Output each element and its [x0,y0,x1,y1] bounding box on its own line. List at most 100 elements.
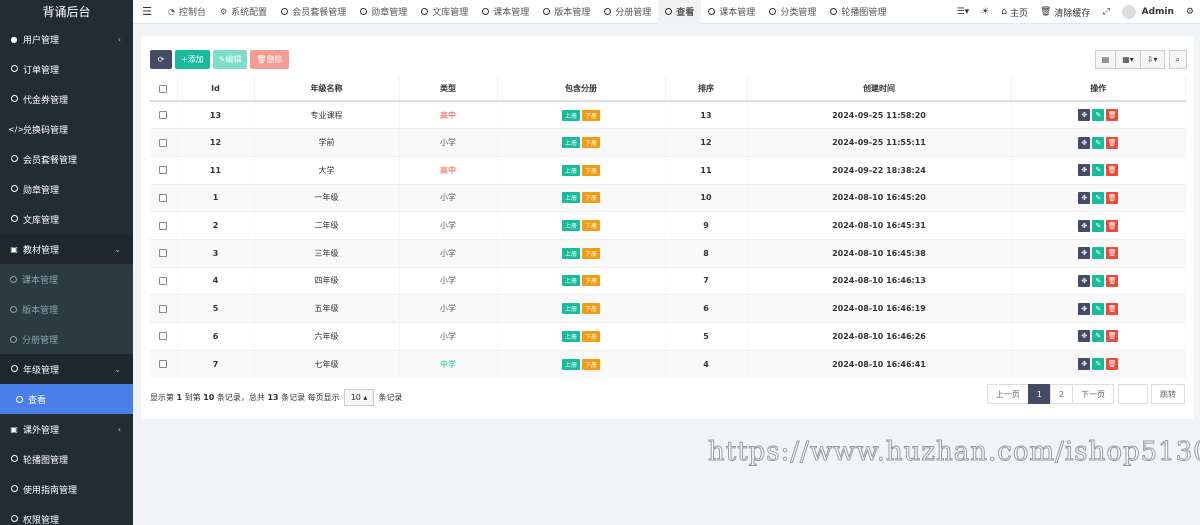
nav-tab[interactable]: 分册管理 [597,0,658,24]
drag-move-icon[interactable]: ✥ [1078,330,1091,343]
delete-trash-icon[interactable]: 🗑 [1106,136,1119,149]
table-row[interactable]: 4 四年级 小学 上册 下册 7 2024-08-10 16:46:13 ✥ ✎ 🗑 [150,266,1186,295]
nav-tab[interactable]: 课本管理 [475,0,536,24]
delete-trash-icon[interactable]: 🗑 [1106,302,1119,315]
nav-tab[interactable]: 查看 [658,0,702,24]
nav-tab[interactable]: 会员套餐管理 [274,0,353,24]
volume-up-badge[interactable]: 上册 [561,330,580,342]
drag-move-icon[interactable]: ✥ [1078,302,1091,315]
col-created[interactable]: 创建时间 [747,77,1012,102]
drag-move-icon[interactable]: ✥ [1078,247,1091,260]
row-checkbox[interactable] [159,360,168,369]
volume-down-badge[interactable]: 下册 [582,109,601,121]
edit-pencil-icon[interactable]: ✎ [1092,330,1105,343]
delete-trash-icon[interactable]: 🗑 [1106,191,1119,204]
delete-trash-icon[interactable]: 🗑 [1106,247,1119,260]
sidebar-item[interactable]: 使用指南管理 [0,474,133,504]
drag-move-icon[interactable]: ✥ [1078,164,1091,177]
nav-tab[interactable]: 文库管理 [414,0,475,24]
row-checkbox[interactable] [159,304,168,313]
drag-move-icon[interactable]: ✥ [1078,358,1091,371]
edit-pencil-icon[interactable]: ✎ [1092,136,1105,149]
delete-trash-icon[interactable]: 🗑 [1106,358,1119,371]
row-checkbox[interactable] [159,276,168,285]
row-checkbox[interactable] [159,249,168,258]
user-menu[interactable]: Admin [1116,5,1180,19]
volume-up-badge[interactable]: 上册 [561,358,580,370]
delete-trash-icon[interactable]: 🗑 [1106,274,1119,287]
volume-up-badge[interactable]: 上册 [561,164,580,176]
delete-trash-icon[interactable]: 🗑 [1106,164,1119,177]
volume-down-badge[interactable]: 下册 [582,192,601,204]
delete-trash-icon[interactable]: 🗑 [1106,330,1119,343]
sidebar-item[interactable]: 版本管理 [0,294,133,324]
table-row[interactable]: 3 三年级 小学 上册 下册 8 2024-08-10 16:45:38 ✥ ✎ 🗑 [150,238,1186,268]
settings-gear-icon[interactable]: ⚙ [1180,7,1200,17]
theme-toggle-icon[interactable]: ☀ [975,7,995,17]
edit-pencil-icon[interactable]: ✎ [1092,274,1105,287]
volume-up-badge[interactable]: 上册 [561,303,580,315]
volume-down-badge[interactable]: 下册 [582,220,601,232]
sidebar-item[interactable]: 查看 [0,384,133,414]
delete-trash-icon[interactable]: 🗑 [1106,219,1119,232]
drag-move-icon[interactable]: ✥ [1078,191,1091,204]
volume-up-badge[interactable]: 上册 [561,109,580,121]
nav-tab[interactable]: 版本管理 [536,0,597,24]
sidebar-item[interactable]: ● 用户管理 ‹ [0,24,133,54]
clear-cache-link[interactable]: 🗑 清除缓存 [1034,6,1096,19]
fullscreen-icon[interactable]: ⤢ [1096,7,1115,17]
edit-pencil-icon[interactable]: ✎ [1092,191,1105,204]
add-button[interactable]: + 添加 [175,50,210,69]
export-icon[interactable]: ⇩▾ [1139,50,1165,69]
nav-tab[interactable]: 分类管理 [762,0,823,24]
edit-pencil-icon[interactable]: ✎ [1092,358,1105,371]
sidebar-item[interactable]: 订单管理 [0,54,133,84]
volume-down-badge[interactable]: 下册 [582,303,601,315]
sidebar-item[interactable]: 分册管理 [0,324,133,354]
col-name[interactable]: 年级名称 [254,77,400,102]
sidebar-item[interactable]: 会员套餐管理 [0,144,133,174]
sidebar-item[interactable]: ▣ 课外管理 ‹ [0,414,133,444]
nav-tab[interactable]: ⚙ 系统配置 [213,0,274,24]
sidebar-item[interactable]: 勋章管理 [0,174,133,204]
edit-pencil-icon[interactable]: ✎ [1092,219,1105,232]
table-row[interactable]: 7 七年级 中学 上册 下册 4 2024-08-10 16:46:41 ✥ ✎ 🗑 [150,349,1186,378]
row-checkbox[interactable] [159,111,168,120]
home-link[interactable]: ⌂ 主页 [995,6,1034,19]
sidebar-item[interactable]: 权限管理 [0,504,133,525]
jump-page-input[interactable] [1118,384,1148,404]
columns-icon[interactable]: ▦▾ [1115,50,1141,69]
search-icon[interactable]: ⌕ [1168,50,1187,69]
volume-down-badge[interactable]: 下册 [582,247,601,259]
sidebar-item[interactable]: 年级管理 ⌄ [0,354,133,384]
table-row[interactable]: 12 学前 小学 上册 下册 12 2024-09-25 11:55:11 ✥ ✎ 🗑 [150,128,1186,157]
nav-tab[interactable]: 轮播图管理 [823,0,893,24]
col-volumes[interactable]: 包含分册 [497,77,666,102]
nav-tab[interactable]: 课本管理 [701,0,762,24]
menu-toggle-icon[interactable]: ☰ [133,5,161,18]
volume-up-badge[interactable]: 上册 [561,192,580,204]
delete-trash-icon[interactable]: 🗑 [1106,109,1119,122]
page-size-select[interactable]: 10 ▴ [343,389,375,406]
col-type[interactable]: 类型 [399,77,498,102]
row-checkbox[interactable] [159,332,168,341]
row-checkbox[interactable] [159,221,168,230]
sidebar-item[interactable]: 代金券管理 [0,84,133,114]
row-checkbox[interactable] [159,138,168,147]
table-row[interactable]: 2 二年级 小学 上册 下册 9 2024-08-10 16:45:31 ✥ ✎ 🗑 [150,211,1186,240]
volume-down-badge[interactable]: 下册 [582,164,601,176]
col-sort[interactable]: 排序 [665,77,748,102]
prev-page-button[interactable]: 上一页 [986,384,1029,404]
row-checkbox[interactable] [159,166,168,175]
drag-move-icon[interactable]: ✥ [1078,136,1091,149]
list-menu-icon[interactable]: ☰▾ [951,7,976,17]
next-page-button[interactable]: 下一页 [1072,384,1114,404]
table-row[interactable]: 1 一年级 小学 上册 下册 10 2024-08-10 16:45:20 ✥ ✎ 🗑 [150,183,1186,212]
volume-up-badge[interactable]: 上册 [561,220,580,232]
row-checkbox[interactable] [159,193,168,202]
sidebar-item[interactable]: </> 兑换码管理 [0,114,133,144]
drag-move-icon[interactable]: ✥ [1078,219,1091,232]
volume-down-badge[interactable]: 下册 [582,358,601,370]
sidebar-item[interactable]: 轮播图管理 [0,444,133,474]
edit-button[interactable]: ✎ 编辑 [212,50,248,69]
